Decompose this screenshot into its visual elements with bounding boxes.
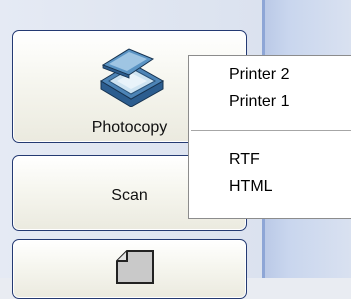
export-context-menu: Printer 2 Printer 1 RTF HTML <box>188 55 351 219</box>
document-page-icon <box>116 250 154 284</box>
document-button[interactable] <box>12 239 247 299</box>
menu-item-printer-1[interactable]: Printer 1 <box>229 93 289 111</box>
menu-separator <box>191 130 351 132</box>
menu-item-html[interactable]: HTML <box>229 178 273 196</box>
menu-item-printer-2[interactable]: Printer 2 <box>229 66 289 84</box>
scanner-icon <box>100 48 165 107</box>
menu-item-rtf[interactable]: RTF <box>229 151 260 169</box>
